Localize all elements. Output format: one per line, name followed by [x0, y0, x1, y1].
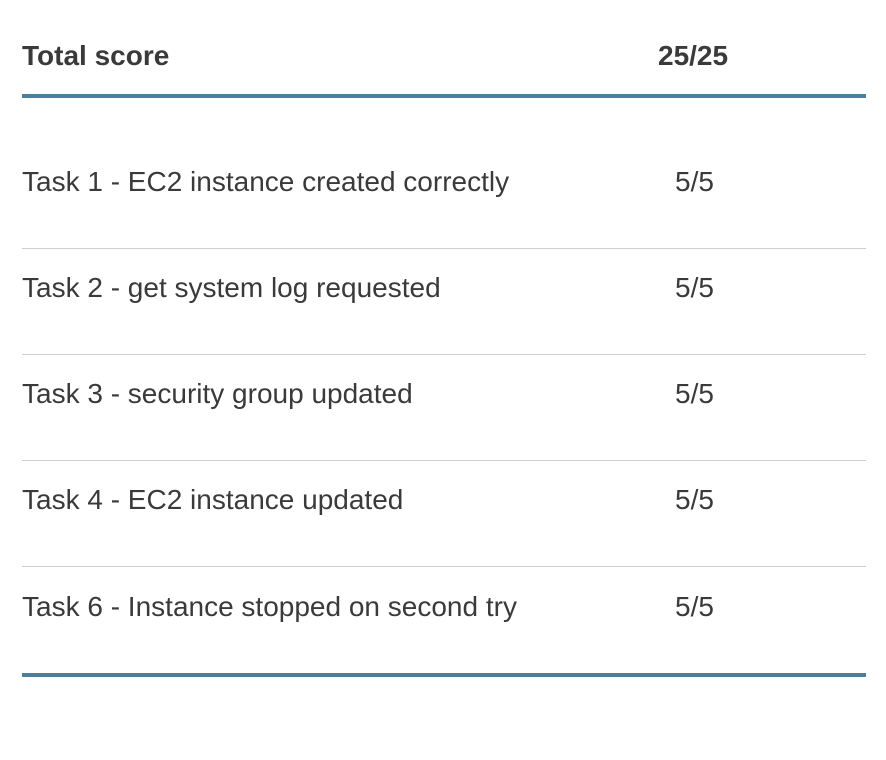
task-score: 5/5: [675, 166, 714, 197]
total-score-label: Total score: [22, 40, 170, 71]
task-list: Task 1 - EC2 instance created correctly …: [22, 98, 866, 677]
total-score-row: Total score 25/25: [22, 0, 866, 98]
task-label: Task 6 - Instance stopped on second try: [22, 591, 517, 622]
task-row: Task 1 - EC2 instance created correctly …: [22, 98, 866, 249]
task-label: Task 2 - get system log requested: [22, 272, 441, 303]
task-score: 5/5: [675, 378, 714, 409]
score-table: Total score 25/25 Task 1 - EC2 instance …: [22, 0, 866, 677]
task-score: 5/5: [675, 272, 714, 303]
task-row: Task 3 - security group updated 5/5: [22, 355, 866, 461]
task-row: Task 4 - EC2 instance updated 5/5: [22, 461, 866, 567]
task-score: 5/5: [675, 591, 714, 622]
task-row: Task 6 - Instance stopped on second try …: [22, 567, 866, 677]
task-label: Task 1 - EC2 instance created correctly: [22, 166, 510, 197]
total-score-value: 25/25: [658, 40, 729, 71]
task-label: Task 3 - security group updated: [22, 378, 413, 409]
task-score: 5/5: [675, 484, 714, 515]
task-label: Task 4 - EC2 instance updated: [22, 484, 404, 515]
task-row: Task 2 - get system log requested 5/5: [22, 249, 866, 355]
